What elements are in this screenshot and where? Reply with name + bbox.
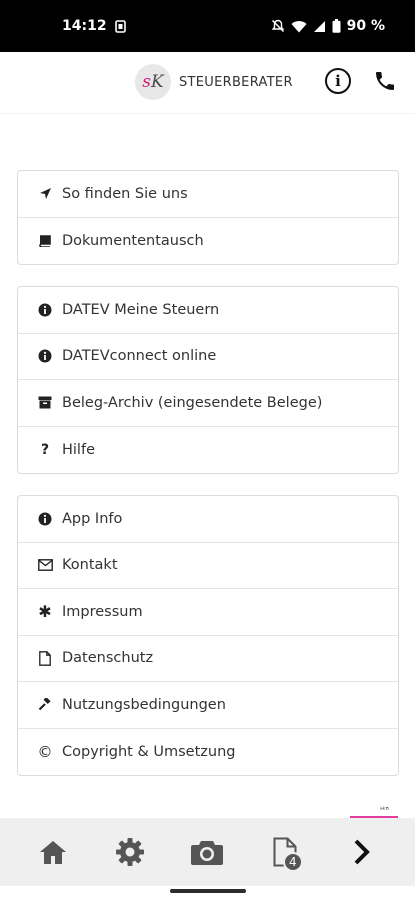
envelope-icon	[37, 559, 53, 572]
menu-item-datev-meine-steuern[interactable]: DATEV Meine Steuern	[18, 287, 398, 334]
menu-item-kontakt[interactable]: Kontakt	[18, 543, 398, 589]
menu-item-label: DATEV Meine Steuern	[62, 301, 220, 318]
status-right-group: 90 %	[271, 18, 385, 34]
logo-emblem: sK	[135, 64, 171, 100]
menu-item-label: Datenschutz	[62, 650, 154, 667]
menu-item-label: Hilfe	[62, 441, 95, 458]
app-bar: sK STEUERBERATER i	[0, 52, 415, 114]
info-circle-icon	[37, 349, 53, 363]
menu-item-copyright[interactable]: © Copyright & Umsetzung	[18, 729, 398, 776]
chevron-right-icon	[354, 839, 371, 865]
menu-item-datenschutz[interactable]: Datenschutz	[18, 636, 398, 682]
battery-icon	[332, 19, 341, 33]
home-icon	[39, 841, 66, 864]
menu-item-so-finden-sie-uns[interactable]: So finden Sie uns	[18, 171, 398, 218]
battery-percentage: 90 %	[346, 18, 385, 34]
file-icon	[37, 650, 53, 666]
home-indicator[interactable]	[170, 889, 246, 893]
menu-item-label: Impressum	[62, 603, 143, 620]
menu-item-impressum[interactable]: ✱ Impressum	[18, 589, 398, 636]
menu-item-hilfe[interactable]: ? Hilfe	[18, 427, 398, 474]
info-circle-icon	[37, 512, 53, 526]
menu-group-1: So finden Sie uns Dokumententausch	[17, 170, 399, 265]
archive-icon	[37, 396, 53, 409]
brand-logo[interactable]: sK STEUERBERATER	[135, 64, 293, 100]
signal-icon	[313, 20, 325, 32]
menu-item-beleg-archiv[interactable]: Beleg-Archiv (eingesendete Belege)	[18, 380, 398, 427]
brand-name: STEUERBERATER	[179, 74, 293, 90]
book-icon	[37, 234, 53, 247]
bottom-navigation: 4	[0, 818, 415, 886]
settings-button[interactable]	[104, 826, 156, 878]
status-time-group: 14:12	[62, 18, 126, 34]
home-button[interactable]	[27, 826, 79, 878]
gear-icon	[116, 838, 145, 866]
info-circle-icon	[37, 303, 53, 317]
menu-content: So finden Sie uns Dokumententausch DATEV…	[0, 114, 415, 776]
menu-item-label: So finden Sie uns	[62, 185, 188, 202]
camera-button[interactable]	[181, 826, 233, 878]
menu-item-label: Dokumententausch	[62, 232, 204, 249]
asterisk-icon: ✱	[38, 602, 52, 622]
location-arrow-icon	[37, 187, 53, 200]
wifi-icon	[291, 20, 307, 32]
documents-count-badge: 4	[282, 852, 303, 872]
menu-group-2: DATEV Meine Steuern DATEVconnect online …	[17, 286, 399, 474]
menu-item-label: Beleg-Archiv (eingesendete Belege)	[62, 394, 323, 411]
next-button[interactable]	[336, 826, 388, 878]
menu-item-label: Copyright & Umsetzung	[62, 743, 236, 760]
camera-icon	[191, 841, 224, 865]
phone-icon[interactable]	[373, 69, 397, 93]
menu-item-dokumententausch[interactable]: Dokumententausch	[18, 218, 398, 265]
menu-item-label: App Info	[62, 510, 123, 527]
question-icon: ?	[40, 441, 50, 458]
notifications-off-icon	[271, 19, 284, 33]
gavel-icon	[37, 697, 53, 712]
menu-item-label: Kontakt	[62, 557, 118, 574]
sim-icon	[114, 19, 126, 33]
menu-item-label: Nutzungsbedingungen	[62, 696, 226, 713]
menu-item-app-info[interactable]: App Info	[18, 496, 398, 543]
app-bar-actions: i	[325, 68, 397, 94]
brand-mark: ᵃᵏᴮ	[380, 806, 389, 814]
menu-item-label: DATEVconnect online	[62, 348, 217, 365]
documents-button[interactable]: 4	[259, 826, 311, 878]
status-time: 14:12	[62, 18, 107, 34]
copyright-icon: ©	[37, 742, 53, 761]
menu-item-datevconnect-online[interactable]: DATEVconnect online	[18, 334, 398, 380]
status-bar: 14:12 90 %	[0, 0, 415, 52]
info-icon[interactable]: i	[325, 68, 351, 94]
menu-group-3: App Info Kontakt ✱ Impressum Datenschutz…	[17, 495, 399, 776]
menu-item-nutzungsbedingungen[interactable]: Nutzungsbedingungen	[18, 682, 398, 729]
